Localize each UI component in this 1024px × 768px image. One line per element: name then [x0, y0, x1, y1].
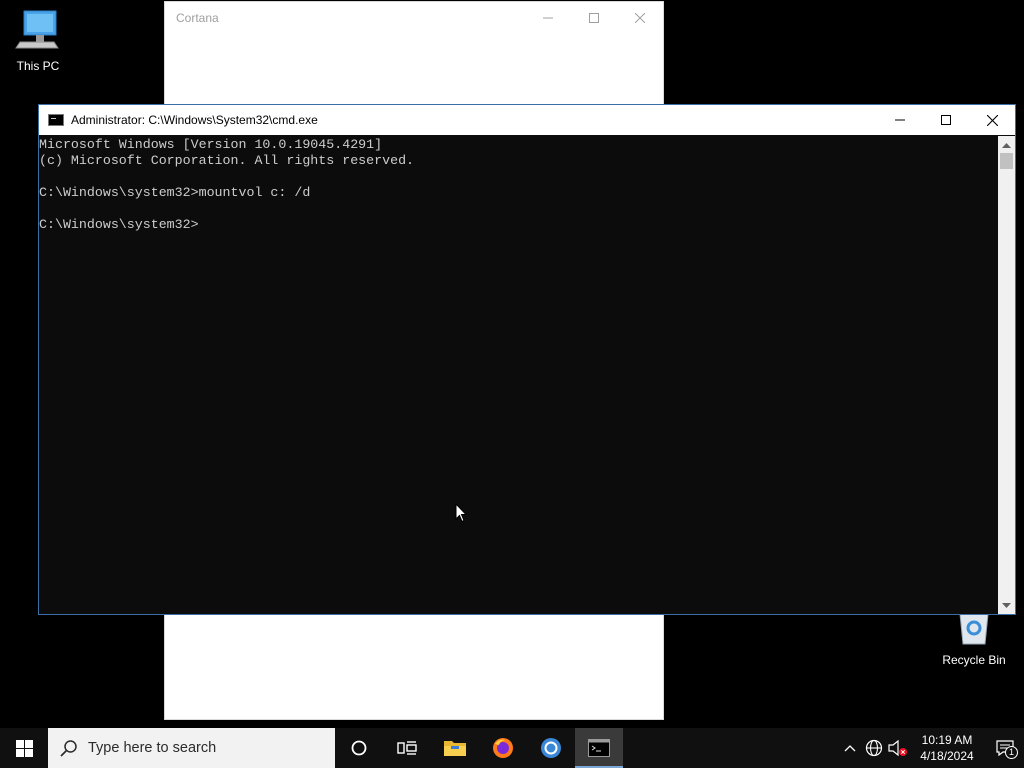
task-view-button[interactable] [383, 728, 431, 768]
task-view-icon [397, 741, 417, 755]
clock-date: 4/18/2024 [920, 749, 974, 763]
cmd-window[interactable]: Administrator: C:\Windows\System32\cmd.e… [38, 104, 1016, 615]
system-tray: 10:19 AM 4/18/2024 1 [838, 728, 1024, 768]
cortana-taskbar-button[interactable] [335, 728, 383, 768]
scroll-up-icon[interactable] [998, 136, 1015, 153]
firefox-icon [493, 738, 513, 758]
cmd-close-button[interactable] [969, 105, 1015, 135]
chevron-up-icon [844, 745, 856, 752]
cmd-title-bar[interactable]: Administrator: C:\Windows\System32\cmd.e… [39, 105, 1015, 135]
mouse-pointer-icon [455, 503, 467, 523]
file-explorer-icon [444, 741, 466, 756]
search-placeholder: Type here to search [88, 740, 217, 756]
computer-icon [0, 8, 76, 55]
scrollbar-thumb[interactable] [1000, 153, 1013, 169]
close-icon [986, 114, 998, 126]
this-pc-desktop-icon[interactable]: This PC [0, 8, 76, 73]
search-icon [60, 739, 78, 757]
console-line: (c) Microsoft Corporation. All rights re… [39, 153, 415, 168]
notification-count-badge: 1 [1005, 746, 1018, 759]
chrome-icon [541, 738, 561, 758]
cmd-app-icon [48, 114, 64, 126]
taskbar-search-box[interactable]: Type here to search [48, 728, 335, 768]
console-prompt-line[interactable]: C:\Windows\system32> [39, 217, 999, 233]
volume-tray-button[interactable] [886, 728, 910, 768]
minimize-icon [895, 119, 905, 121]
cortana-window-title: Cortana [176, 11, 219, 25]
clock-time: 10:19 AM [921, 733, 973, 747]
chrome-taskbar-button[interactable] [527, 728, 575, 768]
recycle-bin-icon [936, 612, 1012, 649]
console-line: C:\Windows\system32>mountvol c: /d [39, 185, 311, 200]
action-center-button[interactable]: 1 [986, 728, 1024, 768]
minimize-icon [543, 17, 553, 19]
file-explorer-taskbar-button[interactable] [431, 728, 479, 768]
cortana-minimize-button[interactable] [525, 2, 571, 34]
globe-icon [865, 739, 883, 757]
recycle-bin-desktop-icon[interactable]: Recycle Bin [936, 612, 1012, 667]
cortana-maximize-button[interactable] [571, 2, 617, 34]
console-output[interactable]: Microsoft Windows [Version 10.0.19045.42… [39, 136, 999, 614]
clock[interactable]: 10:19 AM 4/18/2024 [914, 732, 980, 764]
start-button[interactable] [0, 728, 48, 768]
maximize-icon [941, 115, 951, 125]
vertical-scrollbar[interactable] [998, 136, 1015, 614]
cortana-title-bar[interactable]: Cortana [165, 2, 663, 34]
volume-muted-icon [888, 739, 907, 757]
show-hidden-icons-button[interactable] [838, 728, 862, 768]
maximize-icon [589, 13, 599, 23]
cortana-icon [351, 740, 367, 756]
cmd-icon [588, 739, 610, 757]
network-tray-button[interactable] [862, 728, 886, 768]
firefox-taskbar-button[interactable] [479, 728, 527, 768]
taskbar: Type here to search 10:19 AM 4/18/2024 1 [0, 728, 1024, 768]
cortana-close-button[interactable] [617, 2, 663, 34]
cmd-taskbar-button[interactable] [575, 728, 623, 768]
windows-logo-icon [15, 739, 33, 757]
close-icon [635, 13, 645, 23]
cmd-window-title: Administrator: C:\Windows\System32\cmd.e… [71, 113, 318, 127]
cmd-maximize-button[interactable] [923, 105, 969, 135]
cmd-minimize-button[interactable] [877, 105, 923, 135]
this-pc-label: This PC [16, 59, 60, 73]
console-line: Microsoft Windows [Version 10.0.19045.42… [39, 137, 383, 152]
recycle-bin-label: Recycle Bin [942, 653, 1006, 667]
scroll-down-icon[interactable] [998, 597, 1015, 614]
